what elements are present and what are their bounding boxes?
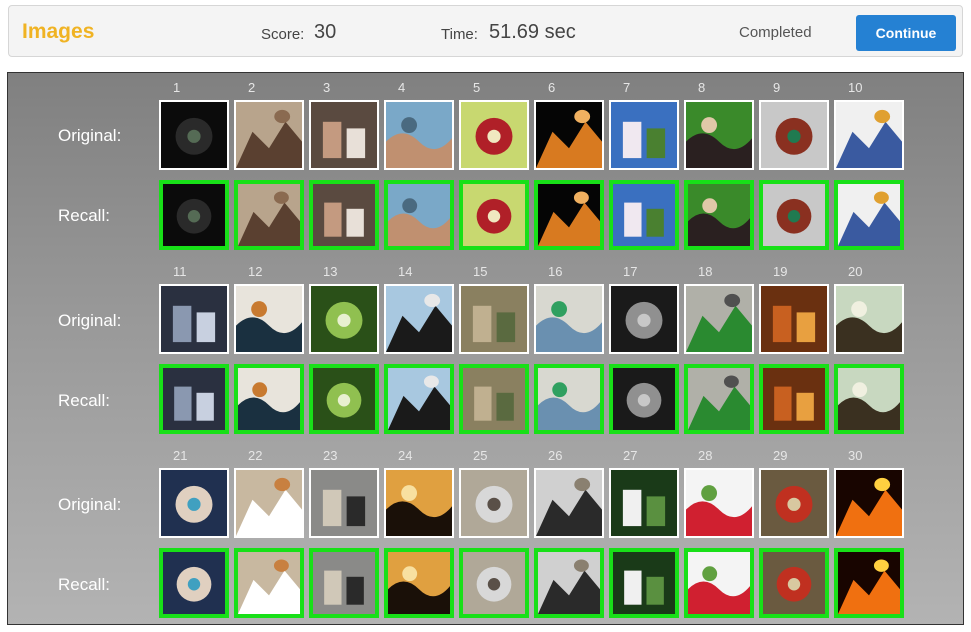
original-image	[834, 100, 904, 170]
image-number: 4	[398, 80, 406, 95]
original-image	[534, 100, 604, 170]
recall-image-correct	[684, 180, 754, 250]
image-number: 28	[698, 448, 713, 463]
recall-image-correct	[384, 364, 454, 434]
recall-image-correct	[159, 548, 229, 618]
recall-image-correct	[309, 364, 379, 434]
recall-image-correct	[534, 180, 604, 250]
image-number: 22	[248, 448, 263, 463]
original-image	[459, 100, 529, 170]
recall-image-correct	[234, 180, 304, 250]
original-image	[309, 100, 379, 170]
original-image	[609, 468, 679, 538]
image-number: 10	[848, 80, 863, 95]
original-image	[534, 284, 604, 354]
image-number: 1	[173, 80, 181, 95]
original-image	[459, 468, 529, 538]
original-image	[309, 284, 379, 354]
image-number: 7	[623, 80, 631, 95]
recall-image-correct	[534, 364, 604, 434]
recall-image-correct	[309, 180, 379, 250]
image-number: 9	[773, 80, 781, 95]
recall-image-correct	[459, 180, 529, 250]
recall-image-correct	[609, 548, 679, 618]
recall-image-correct	[234, 364, 304, 434]
recall-image-correct	[384, 180, 454, 250]
recall-image-correct	[609, 364, 679, 434]
recall-image-correct	[459, 548, 529, 618]
original-image	[159, 100, 229, 170]
recall-image-correct	[684, 364, 754, 434]
image-number: 19	[773, 264, 788, 279]
original-image	[759, 100, 829, 170]
status-text: Completed	[739, 24, 812, 41]
results-panel: Original: Recall: 1 2 3 4 5 6 7 8 9 10 Original: Reca…	[7, 72, 964, 625]
image-number: 8	[698, 80, 706, 95]
score-value: 30	[314, 21, 337, 43]
original-image	[759, 468, 829, 538]
image-number: 25	[473, 448, 488, 463]
image-number: 27	[623, 448, 638, 463]
image-number: 3	[323, 80, 331, 95]
original-image	[384, 468, 454, 538]
image-number: 23	[323, 448, 338, 463]
original-image	[609, 284, 679, 354]
image-number: 2	[248, 80, 256, 95]
image-number: 13	[323, 264, 338, 279]
recall-image-correct	[759, 180, 829, 250]
recall-image-correct	[834, 364, 904, 434]
image-number: 30	[848, 448, 863, 463]
original-image	[384, 284, 454, 354]
original-image	[234, 468, 304, 538]
recall-image-correct	[759, 364, 829, 434]
original-image	[159, 468, 229, 538]
image-number: 5	[473, 80, 481, 95]
image-number: 11	[173, 264, 187, 279]
image-number: 16	[548, 264, 563, 279]
image-number: 15	[473, 264, 488, 279]
original-image	[834, 284, 904, 354]
original-image	[684, 468, 754, 538]
recall-image-correct	[159, 180, 229, 250]
recall-image-correct	[684, 548, 754, 618]
page-title: Images	[22, 20, 95, 43]
time-value: 51.69 sec	[489, 21, 576, 43]
original-image	[534, 468, 604, 538]
recall-image-correct	[234, 548, 304, 618]
recall-image-correct	[459, 364, 529, 434]
recall-image-correct	[159, 364, 229, 434]
top-bar: Images Score: 30 Time: 51.69 sec Complet…	[8, 5, 963, 57]
original-image	[459, 284, 529, 354]
score-label: Score:	[261, 26, 305, 43]
image-number: 24	[398, 448, 413, 463]
original-image	[684, 284, 754, 354]
image-number: 6	[548, 80, 556, 95]
recall-image-correct	[384, 548, 454, 618]
original-image	[384, 100, 454, 170]
image-number: 14	[398, 264, 413, 279]
recall-image-correct	[834, 548, 904, 618]
recall-image-correct	[834, 180, 904, 250]
image-number: 17	[623, 264, 638, 279]
recall-image-correct	[309, 548, 379, 618]
original-image	[234, 100, 304, 170]
recall-image-correct	[759, 548, 829, 618]
image-number: 12	[248, 264, 263, 279]
continue-button[interactable]: Continue	[856, 15, 956, 51]
recall-image-correct	[534, 548, 604, 618]
original-image	[309, 468, 379, 538]
image-number: 26	[548, 448, 563, 463]
time-label: Time:	[441, 26, 478, 43]
original-image	[609, 100, 679, 170]
original-image	[234, 284, 304, 354]
original-image	[159, 284, 229, 354]
image-number: 18	[698, 264, 713, 279]
image-number: 21	[173, 448, 188, 463]
original-image	[684, 100, 754, 170]
original-image	[759, 284, 829, 354]
original-image	[834, 468, 904, 538]
recall-image-correct	[609, 180, 679, 250]
image-number: 20	[848, 264, 863, 279]
image-number: 29	[773, 448, 788, 463]
